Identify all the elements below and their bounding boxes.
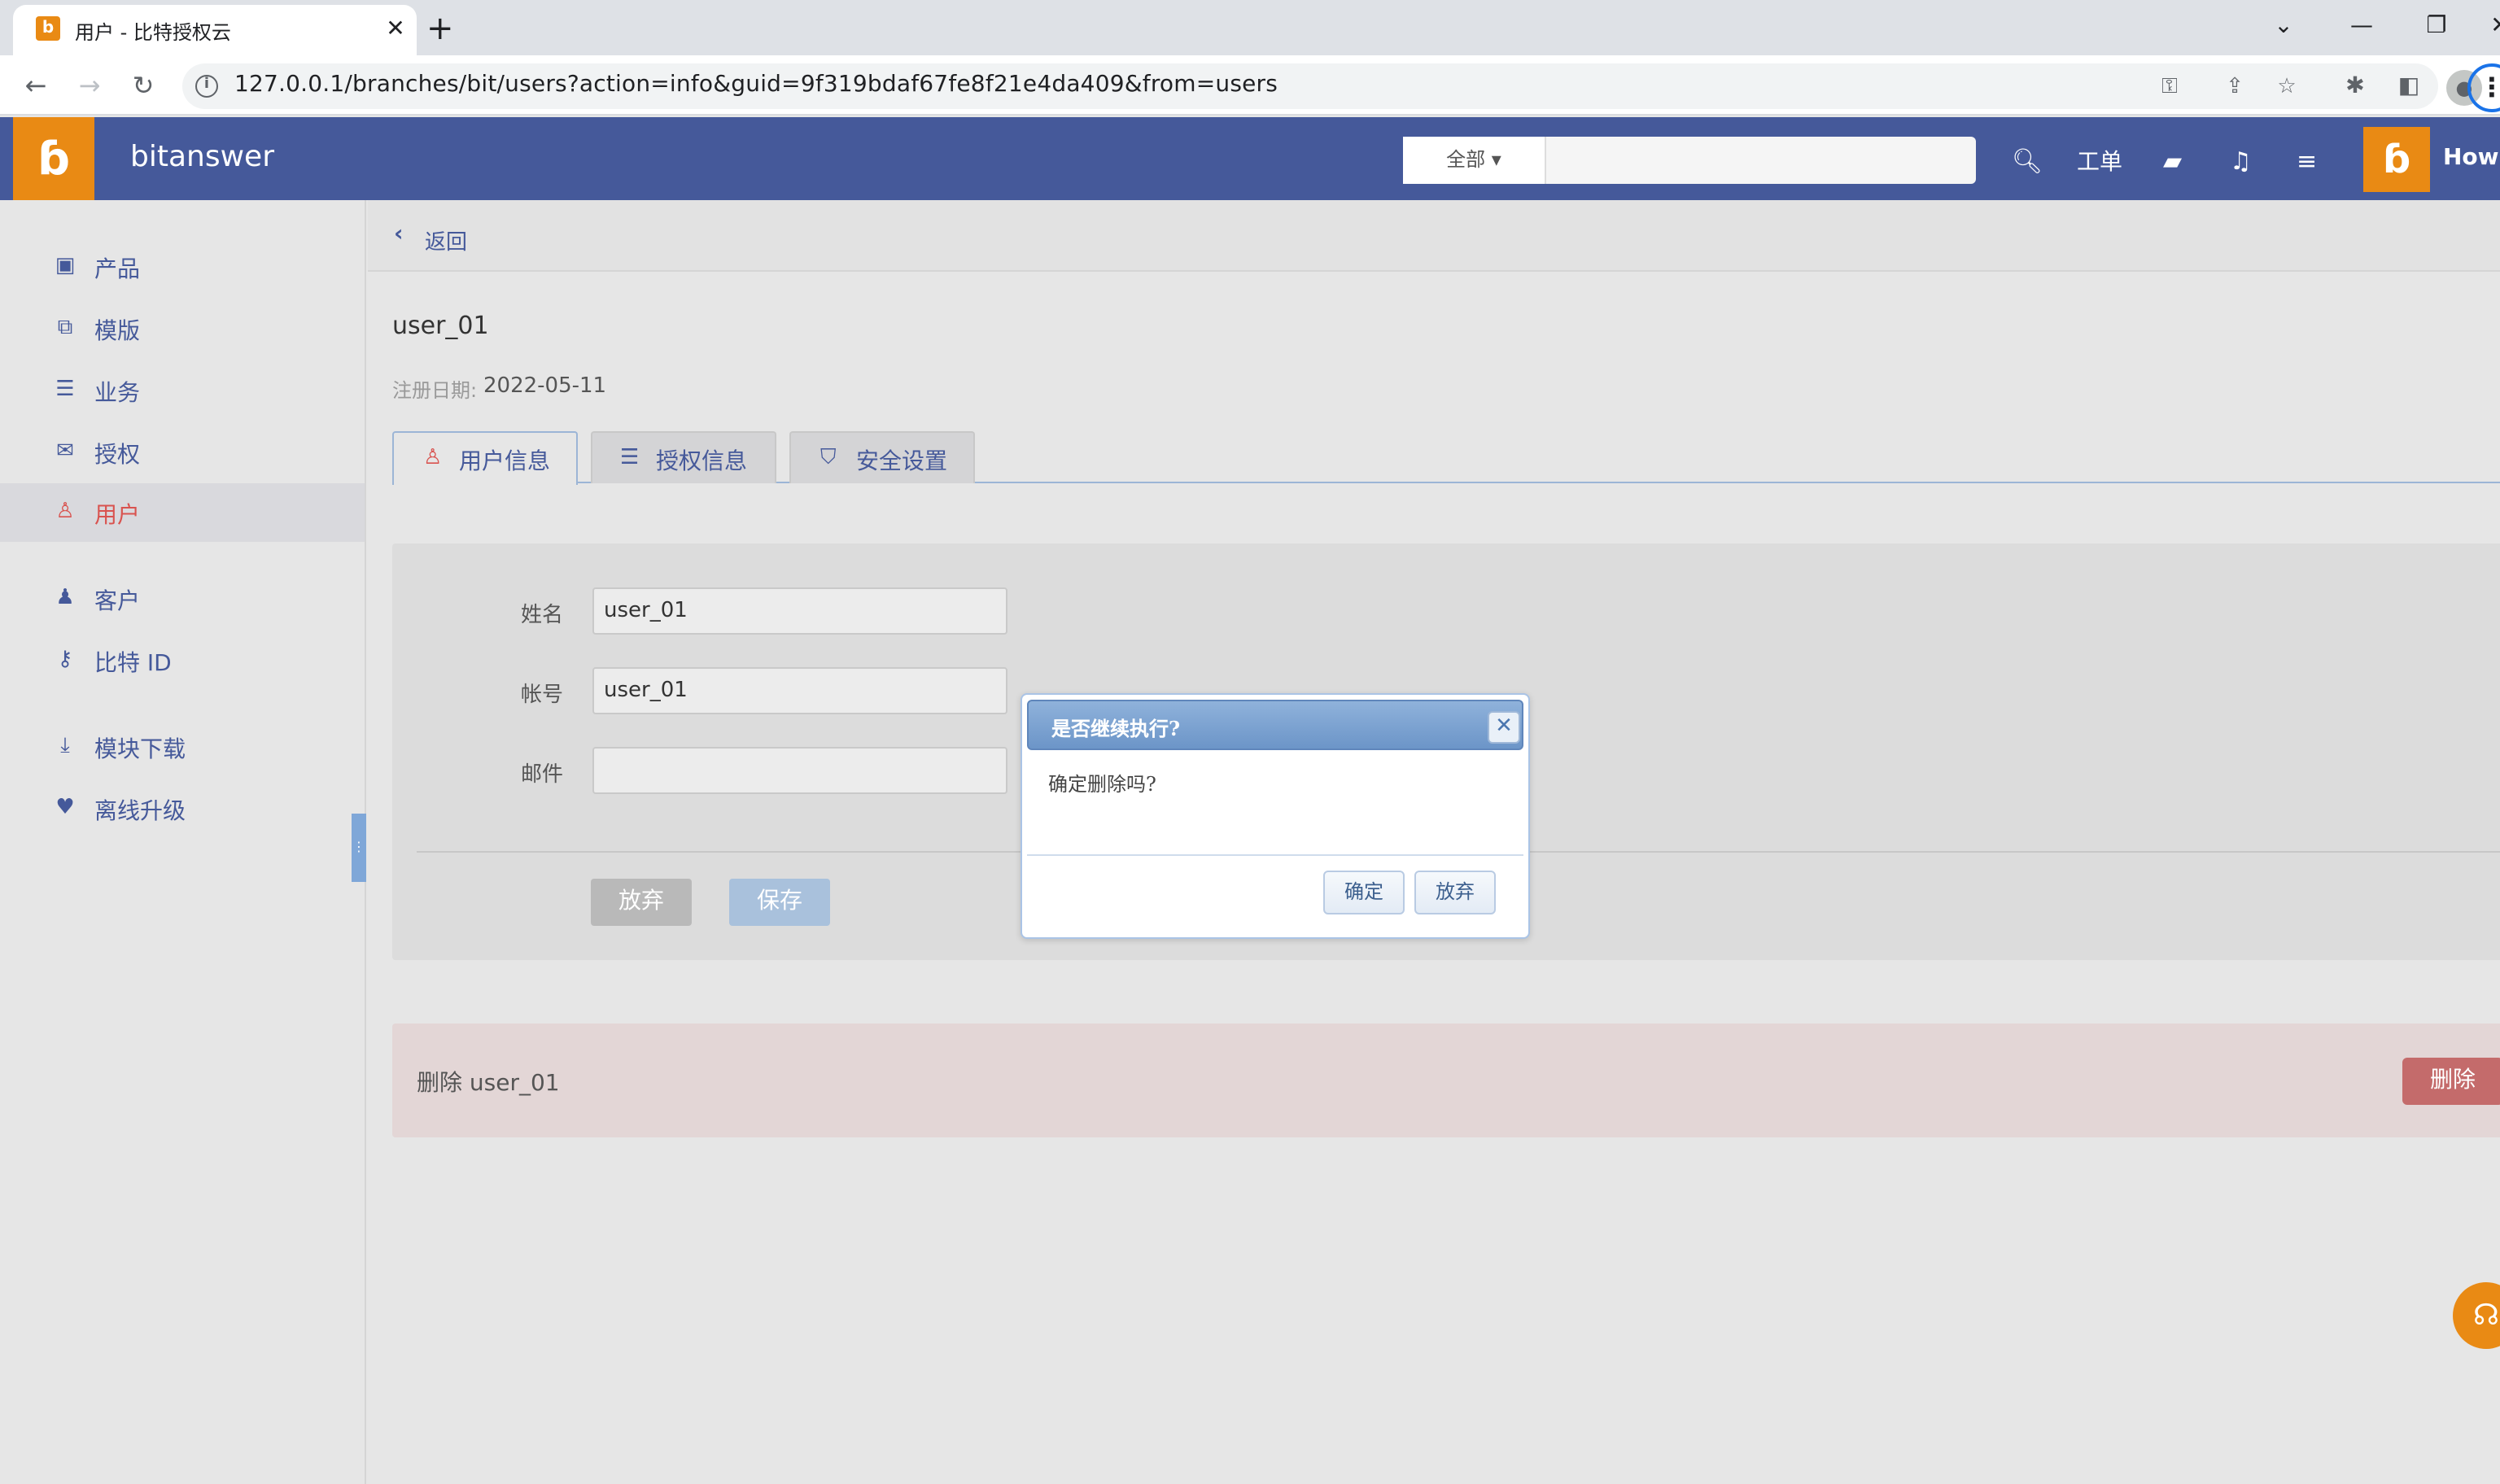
chevron-left-icon[interactable]: ‹ <box>394 221 404 247</box>
site-info-icon[interactable]: i <box>195 75 218 98</box>
side-panel-icon[interactable]: ◧ <box>2391 68 2427 104</box>
sidebar-item-business[interactable]: ☰ 业务 <box>0 361 365 420</box>
sidebar-item-label: 客户 <box>94 589 140 615</box>
sidebar-item-products[interactable]: ▣ 产品 <box>0 238 365 296</box>
close-icon[interactable]: ✕ <box>1488 711 1520 744</box>
heartbeat-icon: ♥ <box>55 796 75 820</box>
restore-button[interactable]: ❐ <box>2399 7 2474 46</box>
tab-title: 用户 - 比特授权云 <box>75 21 231 44</box>
search-icon[interactable]: 🔍︎ <box>2012 146 2043 176</box>
delete-user-panel <box>392 1024 2500 1137</box>
cancel-button[interactable]: 放弃 <box>1414 871 1496 914</box>
sidebar-item-label: 业务 <box>94 381 140 407</box>
sidebar-item-label: 离线升级 <box>94 799 186 825</box>
sidebar-item-label: 模版 <box>94 319 140 345</box>
list-icon: ☰ <box>620 446 640 470</box>
back-arrow-icon[interactable]: ← <box>18 68 54 104</box>
delete-user-text: 删除 user_01 <box>417 1071 560 1097</box>
dialog-divider <box>1027 854 1523 856</box>
delete-button[interactable]: 删除 <box>2402 1058 2500 1105</box>
register-date-value: 2022-05-11 <box>483 374 607 399</box>
brand-name: bitanswer <box>130 140 274 174</box>
bell-icon[interactable]: ♫ <box>2230 146 2252 176</box>
briefcase-icon: ▣ <box>55 254 76 278</box>
browser-tab[interactable]: b 用户 - 比特授权云 ✕ <box>13 5 417 55</box>
user-name[interactable]: Howie <box>2443 145 2500 171</box>
envelope-icon: ✉ <box>56 439 74 464</box>
app-logo-icon[interactable]: ɓ <box>13 117 94 200</box>
tab-close-icon[interactable]: ✕ <box>379 13 412 46</box>
search-scope-select[interactable]: 全部 ▾ <box>1403 137 1546 184</box>
sidebar-item-users[interactable]: ♙ 用户 <box>0 483 365 542</box>
key-icon[interactable]: ⚿ <box>2155 73 2184 103</box>
favicon-icon: b <box>36 16 60 41</box>
register-date-label: 注册日期: <box>392 379 478 402</box>
sidebar-item-licenses[interactable]: ✉ 授权 <box>0 423 365 482</box>
dialog-title: 是否继续执行? <box>1051 718 1181 740</box>
new-tab-button[interactable]: + <box>426 11 454 44</box>
download-icon: ⤓ <box>60 734 70 758</box>
support-headset-icon[interactable]: ☊ <box>2453 1282 2500 1349</box>
sidebar-item-label: 产品 <box>94 257 140 283</box>
email-field[interactable] <box>592 747 1007 794</box>
name-field[interactable]: user_01 <box>592 587 1007 635</box>
save-button[interactable]: 保存 <box>729 879 830 926</box>
close-window-button[interactable]: ✕ <box>2476 7 2500 46</box>
account-field[interactable]: user_01 <box>592 667 1007 714</box>
sidebar-item-customers[interactable]: ♟ 客户 <box>0 570 365 628</box>
email-label: 邮件 <box>521 763 564 788</box>
minimize-button[interactable]: — <box>2324 7 2399 46</box>
tab-label: 授权信息 <box>656 449 747 475</box>
extensions-puzzle-icon[interactable]: ✱ <box>2337 68 2373 104</box>
global-search: 全部 ▾ <box>1403 137 1976 184</box>
bookmark-star-icon[interactable]: ☆ <box>2272 73 2301 103</box>
reload-icon[interactable]: ↻ <box>125 68 161 104</box>
breadcrumb-bar <box>368 200 2500 272</box>
sidebar-item-label: 比特 ID <box>94 651 172 677</box>
confirm-dialog: 是否继续执行? ✕ 确定删除吗? 确定 放弃 <box>1021 693 1530 939</box>
share-icon[interactable]: ⇪ <box>2220 73 2249 103</box>
user-outline-icon: ♙ <box>55 500 75 524</box>
name-label: 姓名 <box>521 604 564 628</box>
url-text: 127.0.0.1/branches/bit/users?action=info… <box>234 72 1278 98</box>
tab-label: 用户信息 <box>459 449 550 475</box>
sidebar-collapse-handle[interactable]: ⋮ <box>352 814 366 882</box>
sidebar-item-label: 模块下载 <box>94 737 186 763</box>
tab-label: 安全设置 <box>856 449 947 475</box>
template-icon: ⧉ <box>57 316 73 340</box>
dialog-message: 确定删除吗? <box>1048 773 1156 796</box>
forward-arrow-icon[interactable]: → <box>72 68 107 104</box>
sliders-icon: ☰ <box>55 378 75 402</box>
back-link[interactable]: 返回 <box>425 225 467 255</box>
sidebar-item-module-download[interactable]: ⤓ 模块下载 <box>0 718 365 776</box>
sidebar-item-templates[interactable]: ⧉ 模版 <box>0 299 365 358</box>
sidebar-item-label: 用户 <box>94 503 140 529</box>
ticket-link[interactable]: 工单 <box>2077 145 2122 177</box>
user-icon: ♟ <box>55 586 75 610</box>
sidebar-item-bit-id[interactable]: ⚷ 比特 ID <box>0 631 365 690</box>
tab-license-info[interactable]: ☰ 授权信息 <box>591 431 776 483</box>
book-icon[interactable]: ▰ <box>2163 146 2182 176</box>
tab-security-settings[interactable]: ⛉ 安全设置 <box>789 431 975 483</box>
dialog-titlebar: 是否继续执行? ✕ <box>1027 700 1523 750</box>
search-input[interactable] <box>1549 140 1969 181</box>
key-icon: ⚷ <box>57 648 73 672</box>
address-bar[interactable]: i 127.0.0.1/branches/bit/users?action=in… <box>182 63 2438 109</box>
sidebar-item-offline-upgrade[interactable]: ♥ 离线升级 <box>0 779 365 838</box>
sidebar-item-label: 授权 <box>94 443 140 469</box>
shield-icon: ⛉ <box>820 446 837 470</box>
discard-button[interactable]: 放弃 <box>591 879 692 926</box>
tab-search-chevron-icon[interactable]: ⌄ <box>2246 7 2321 46</box>
user-avatar-icon[interactable]: ɓ <box>2363 127 2430 192</box>
app-header <box>0 117 2500 200</box>
tab-user-info[interactable]: ♙ 用户信息 <box>392 431 578 485</box>
menu-bars-icon[interactable]: ≡ <box>2297 146 2317 176</box>
user-outline-icon: ♙ <box>423 446 443 470</box>
page-title: user_01 <box>392 311 489 340</box>
search-scope-label: 全部 <box>1446 148 1486 171</box>
account-label: 帐号 <box>521 683 564 708</box>
confirm-button[interactable]: 确定 <box>1323 871 1405 914</box>
